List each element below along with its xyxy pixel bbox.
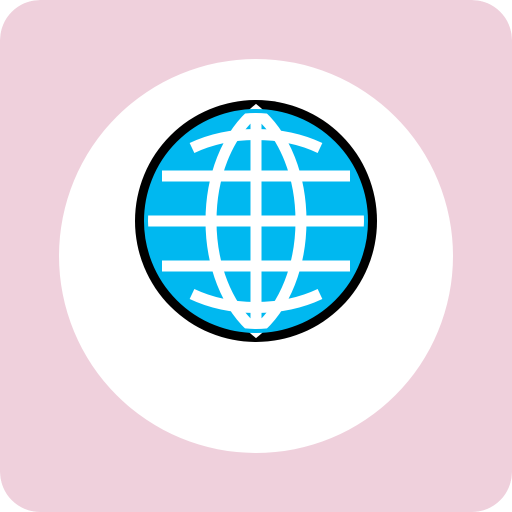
- globe-app-icon-graphic: [0, 0, 512, 512]
- app-icon-tile[interactable]: [0, 0, 512, 512]
- globe-icon: [135, 100, 377, 342]
